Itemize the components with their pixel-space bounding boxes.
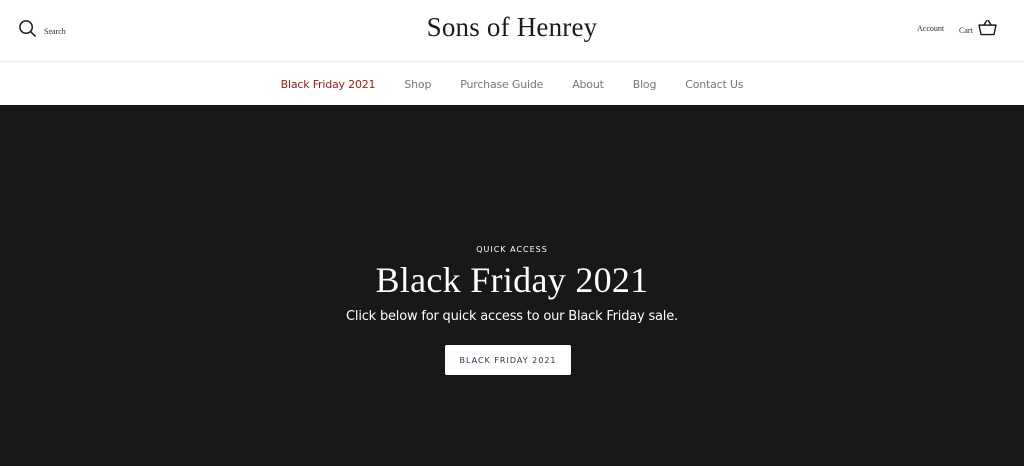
site-logo: Sons of Henrey — [0, 12, 1024, 43]
account-link[interactable]: Account — [917, 24, 944, 33]
hero-subtitle: Click below for quick access to our Blac… — [346, 309, 678, 324]
nav-item-blog[interactable]: Blog — [633, 78, 657, 91]
cart-button[interactable]: Cart — [959, 19, 997, 41]
hero-eyebrow: QUICK ACCESS — [476, 245, 548, 254]
hero-title: Black Friday 2021 — [375, 260, 649, 300]
nav-item-about[interactable]: About — [572, 78, 604, 91]
cart-label: Cart — [959, 25, 973, 35]
main-nav: Black Friday 2021 Shop Purchase Guide Ab… — [0, 63, 1024, 105]
black-friday-button[interactable]: BLACK FRIDAY 2021 — [445, 345, 571, 375]
nav-item-black-friday[interactable]: Black Friday 2021 — [281, 78, 376, 91]
nav-item-purchase-guide[interactable]: Purchase Guide — [460, 78, 543, 91]
nav-item-contact-us[interactable]: Contact Us — [685, 78, 743, 91]
site-header: Search Sons of Henrey Account Cart — [0, 0, 1024, 62]
site-logo-link[interactable]: Sons of Henrey — [427, 12, 598, 42]
hero-banner: QUICK ACCESS Black Friday 2021 Click bel… — [0, 105, 1024, 466]
cart-basket-icon — [978, 19, 997, 41]
nav-item-shop[interactable]: Shop — [404, 78, 431, 91]
